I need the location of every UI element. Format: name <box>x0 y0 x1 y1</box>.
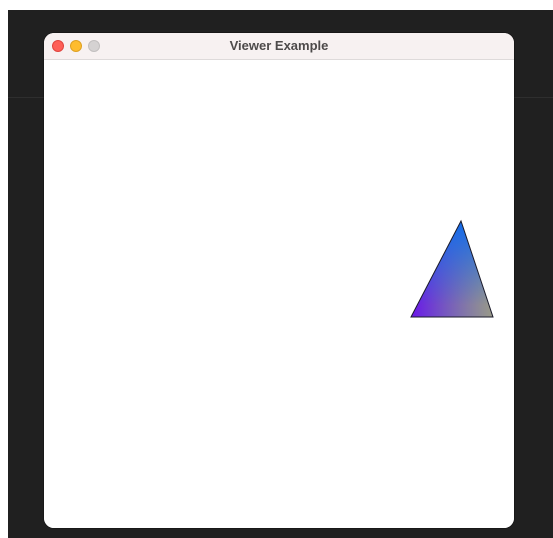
window-title: Viewer Example <box>229 38 329 53</box>
viewer-window: Viewer Example <box>44 33 514 528</box>
render-surface <box>410 219 494 318</box>
viewer-canvas[interactable] <box>44 60 514 528</box>
triangle-shape <box>410 219 494 318</box>
title-bar[interactable]: Viewer Example <box>44 33 514 60</box>
desktop: Viewer Example <box>0 0 553 538</box>
